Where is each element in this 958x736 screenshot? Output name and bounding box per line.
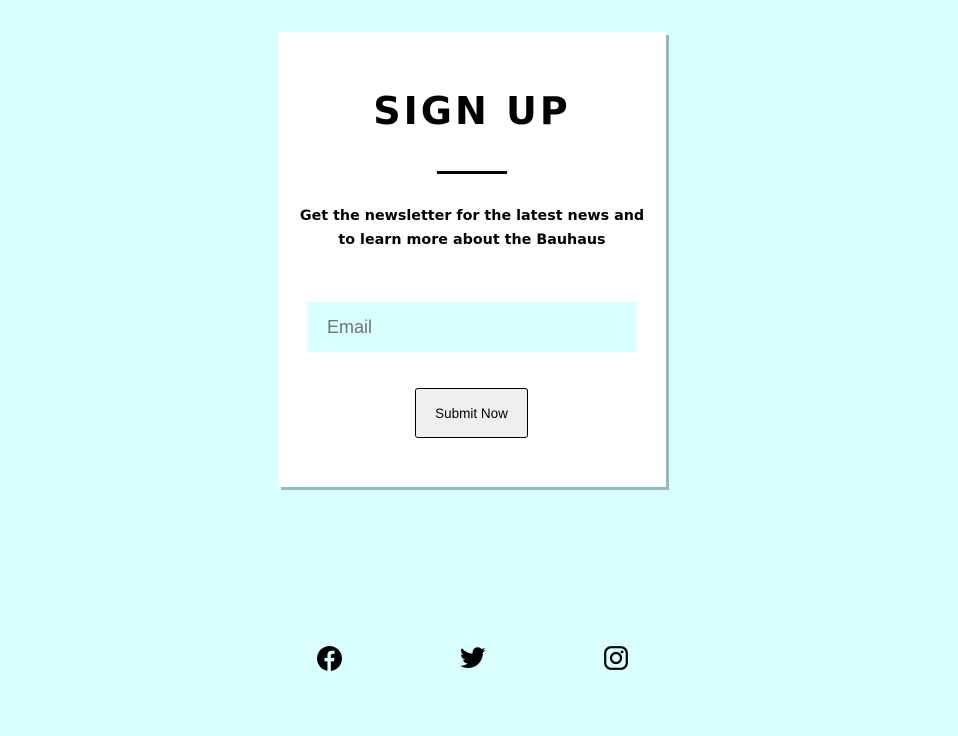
facebook-icon <box>316 645 342 671</box>
submit-button[interactable]: Submit Now <box>415 388 528 438</box>
signup-title: SIGN UP <box>373 89 571 133</box>
facebook-link[interactable] <box>315 644 343 672</box>
social-links <box>0 644 958 672</box>
instagram-icon <box>604 646 628 670</box>
title-divider <box>437 171 507 174</box>
twitter-icon <box>460 647 486 669</box>
instagram-link[interactable] <box>602 644 630 672</box>
signup-description: Get the newsletter for the latest news a… <box>299 208 645 248</box>
signup-card: SIGN UP Get the newsletter for the lates… <box>278 32 666 487</box>
twitter-link[interactable] <box>459 644 487 672</box>
email-input[interactable] <box>307 302 637 352</box>
